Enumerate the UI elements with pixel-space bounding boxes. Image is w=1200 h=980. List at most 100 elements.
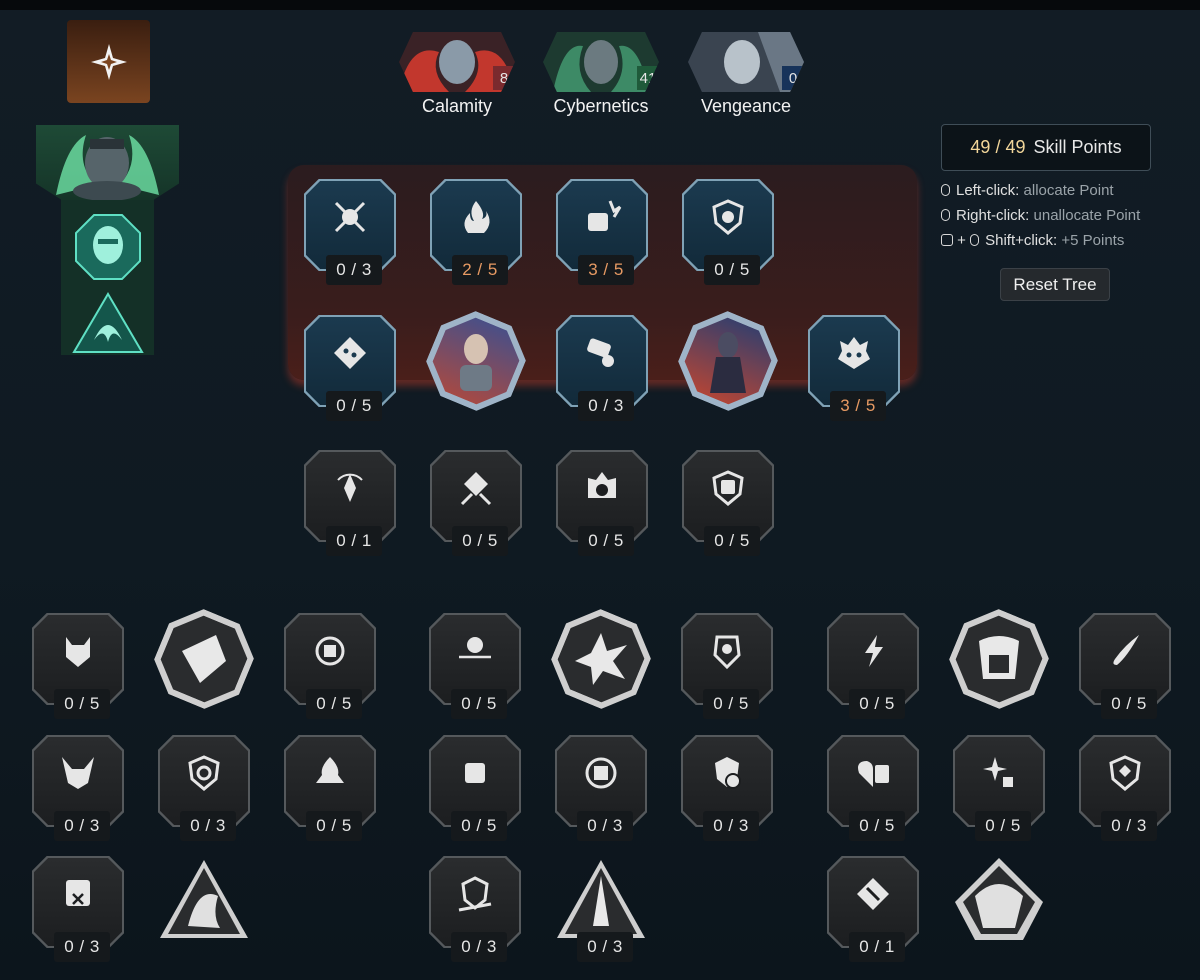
hint-right-click: Right-click: unallocate Point (941, 207, 1140, 224)
emblem-crossed-spears-icon (334, 201, 366, 233)
cyber-claw-icon (71, 292, 144, 353)
skill-node[interactable]: 0 / 5 (682, 450, 774, 556)
shield-dice-icon (1109, 755, 1141, 791)
horned-mask-icon (62, 757, 94, 789)
slash-art-icon (182, 635, 226, 683)
hint-left-click: Left-click: allocate Point (941, 182, 1114, 199)
reset-tree-button[interactable]: Reset Tree (1000, 268, 1110, 301)
skill-node[interactable]: 0 / 5 (682, 179, 774, 285)
skill-points-counter: 49 / 49 Skill Points (941, 124, 1151, 171)
skill-node[interactable]: 0 / 5 (284, 735, 376, 841)
fist-shield-icon (712, 470, 744, 506)
fist-cycle-icon (585, 757, 617, 789)
shift-key-icon (941, 234, 953, 246)
hero-calamity[interactable]: 8 Calamity (399, 32, 515, 117)
gear-shield-icon (188, 755, 220, 791)
shield-skull-icon (715, 757, 741, 789)
skill-node[interactable]: 0 / 5 (284, 613, 376, 719)
keystone-node-reaper[interactable] (682, 315, 774, 407)
hooded-figure-icon (160, 860, 248, 938)
skill-node[interactable]: 0 / 5 (953, 735, 1045, 841)
skill-node[interactable]: 0 / 1 (304, 450, 396, 556)
rail-slot-cyber-head[interactable] (70, 209, 145, 284)
compass-emblem-icon (90, 43, 127, 80)
hero-points-badge: 41 (637, 66, 659, 90)
shield-crossed-icon (458, 876, 492, 912)
gadget-icon (587, 338, 614, 367)
skill-node[interactable]: 0 / 3 (429, 856, 521, 962)
skill-node[interactable]: 0 / 5 (32, 613, 124, 719)
hero-name: Cybernetics (553, 96, 649, 116)
class-emblem[interactable] (67, 20, 150, 103)
hero-name: Calamity (421, 96, 492, 116)
dice-diamond-icon (334, 337, 366, 369)
skill-node[interactable]: 3 / 5 (556, 179, 648, 285)
cycle-fist-icon (315, 636, 345, 666)
skill-node[interactable]: 0 / 3 (304, 179, 396, 285)
hero-points-badge: 8 (493, 66, 515, 90)
lightning-icon (865, 635, 883, 667)
skill-node[interactable]: 0 / 5 (304, 315, 396, 421)
skill-node[interactable]: 0 / 3 (555, 735, 647, 841)
skill-node[interactable]: 0 / 5 (429, 613, 521, 719)
hero-portrait: 8 (399, 32, 515, 92)
skill-node[interactable]: 0 / 5 (681, 613, 773, 719)
demon-mask-icon (66, 637, 90, 667)
skill-node[interactable]: 3 / 5 (808, 315, 900, 421)
rail-slot-cyber-claw[interactable] (70, 291, 145, 355)
keystone-node-guardian[interactable] (953, 613, 1045, 705)
flame-dice-icon (316, 757, 344, 783)
hero-portrait: 41 (543, 32, 659, 92)
reaper-portrait-icon (710, 332, 746, 393)
cyber-head-icon (74, 213, 141, 280)
hero-vengeance[interactable]: 0 Vengeance (688, 32, 804, 117)
skill-node[interactable]: 0 / 5 (429, 735, 521, 841)
hero-name: Vengeance (700, 96, 792, 116)
target-cycle-icon (337, 473, 363, 502)
skill-node[interactable]: 0 / 5 (827, 735, 919, 841)
comet-icon (1113, 635, 1139, 665)
skill-node[interactable]: 0 / 3 (32, 856, 124, 962)
keystone-node-hooded[interactable] (158, 856, 250, 948)
rail-portrait[interactable] (36, 125, 179, 200)
skill-points-value: 49 / 49 (970, 137, 1026, 157)
skill-node[interactable]: 0 / 3 (556, 315, 648, 421)
skill-node[interactable]: 0 / 5 (556, 450, 648, 556)
skill-node[interactable]: 0 / 5 (1079, 613, 1171, 719)
skill-node[interactable]: 0 / 3 (1079, 735, 1171, 841)
burst-art-icon (575, 633, 627, 685)
skill-node[interactable]: 0 / 1 (827, 856, 919, 962)
keystone-node-bear[interactable] (953, 856, 1045, 948)
skill-node[interactable]: 2 / 5 (430, 179, 522, 285)
hero-portrait: 0 (688, 32, 804, 92)
skill-node[interactable]: 0 / 3 (681, 735, 773, 841)
keystone-node-slash[interactable] (158, 613, 250, 705)
hero-points-badge: 0 (782, 66, 804, 90)
bear-figure-icon (955, 858, 1043, 940)
flame-icon (464, 201, 490, 233)
eye-flame-icon (588, 472, 616, 498)
guardian-art-icon (979, 636, 1019, 679)
mouse-icon (941, 184, 950, 196)
skill-points-label: Skill Points (1033, 137, 1122, 157)
mask-flame-icon (838, 337, 870, 369)
dice-crossed-swords-icon (460, 472, 492, 506)
hero-portrait-icon (56, 135, 159, 200)
keystone-node-brawler[interactable] (430, 315, 522, 407)
mouse-icon (941, 209, 950, 221)
fist-burst-icon (465, 763, 485, 783)
hero-cybernetics[interactable]: 41 Cybernetics (543, 32, 659, 117)
brawler-portrait-icon (460, 334, 492, 391)
mouse-icon (970, 234, 980, 246)
hint-shift-click: + Shift+click: +5 Points (941, 232, 1124, 249)
skill-node[interactable]: 0 / 3 (32, 735, 124, 841)
top-bar (0, 0, 1200, 10)
skill-node[interactable]: 0 / 5 (430, 450, 522, 556)
spec-rail (36, 125, 179, 355)
dice-plus-icon (857, 878, 889, 910)
skill-node[interactable]: 0 / 3 (158, 735, 250, 841)
skill-node[interactable]: 0 / 5 (827, 613, 919, 719)
fist-cross-icon (66, 880, 90, 906)
keystone-node-burst[interactable] (555, 613, 647, 705)
skill-node-pyramid[interactable]: 0 / 3 (555, 856, 647, 962)
